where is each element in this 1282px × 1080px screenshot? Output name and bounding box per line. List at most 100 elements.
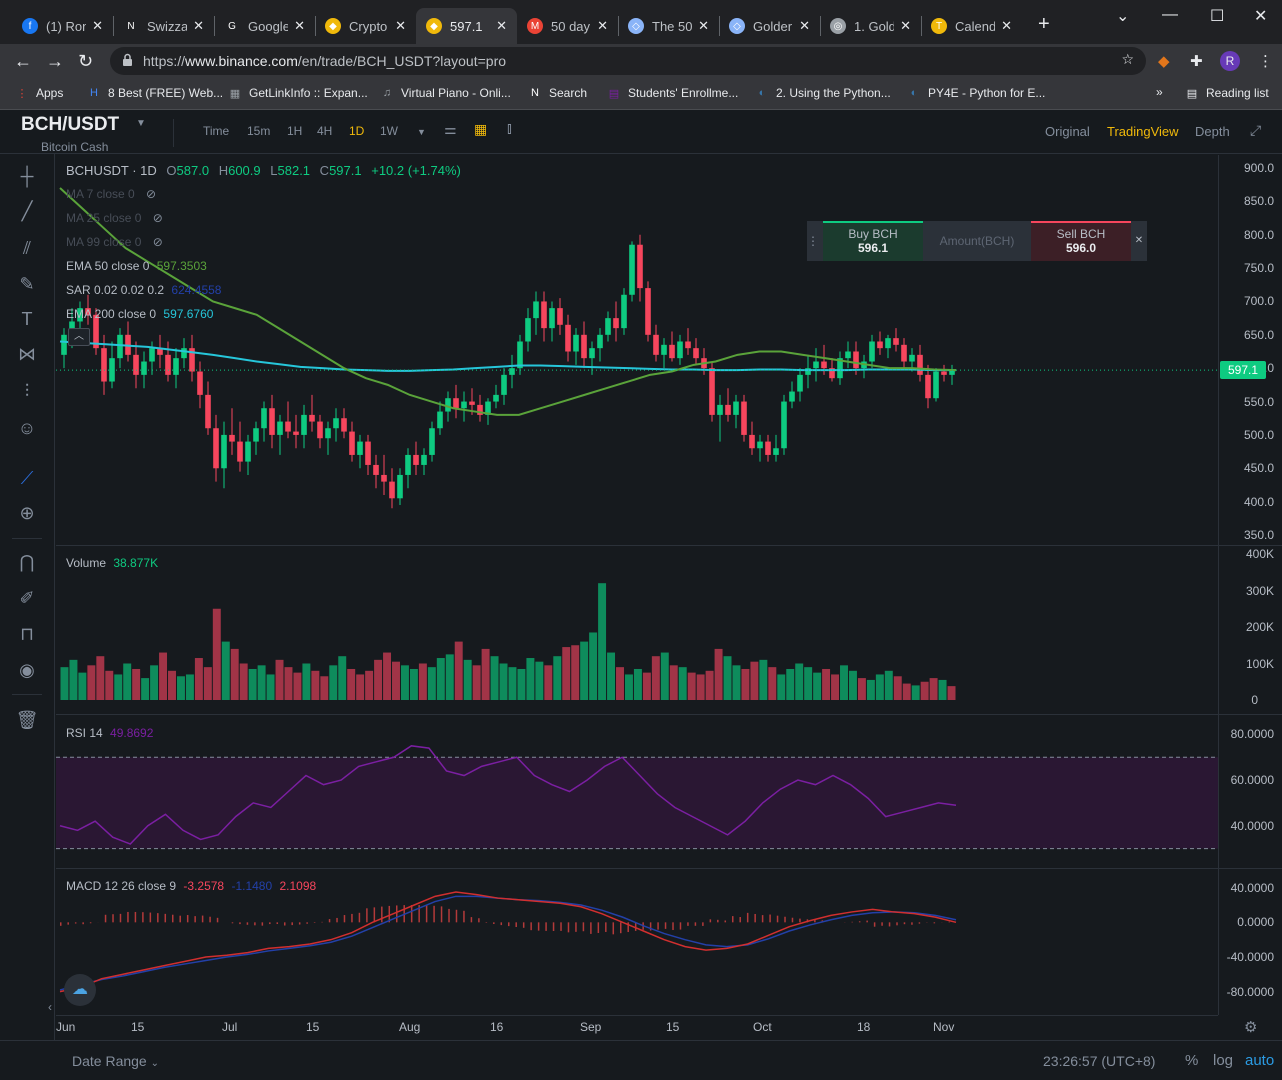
- volume-axis[interactable]: 400K 300K 200K 100K 0: [1218, 546, 1282, 714]
- scroll-left-icon[interactable]: ‹: [48, 1000, 52, 1014]
- tab-close-icon[interactable]: ✕: [294, 18, 305, 34]
- hidden-eye-icon[interactable]: ⊘: [153, 235, 163, 249]
- bookmark-item[interactable]: N Search: [527, 85, 587, 101]
- percent-scale-toggle[interactable]: %: [1185, 1052, 1198, 1069]
- unlock-icon[interactable]: ⊓: [15, 622, 39, 646]
- magnet-icon[interactable]: ⋂: [15, 550, 39, 574]
- tab-close-icon[interactable]: ✕: [900, 18, 911, 34]
- hidden-eye-icon[interactable]: ⊘: [146, 187, 156, 201]
- ma99-legend[interactable]: MA 99 close 0 ⊘: [66, 235, 163, 249]
- chrome-menu-icon[interactable]: ⋮: [1258, 52, 1273, 70]
- tab-close-icon[interactable]: ✕: [698, 18, 709, 34]
- bookmark-item[interactable]: ▦ GetLinkInfo :: Expan...: [227, 85, 368, 101]
- bookmark-item[interactable]: ♫ Virtual Piano - Onli...: [379, 85, 511, 101]
- volume-pane[interactable]: [56, 546, 1218, 714]
- text-tool-icon[interactable]: T: [15, 307, 39, 331]
- maximize-icon[interactable]: ☐: [1210, 6, 1224, 26]
- tradingview-logo-icon[interactable]: ☁: [64, 974, 96, 1006]
- price-pane[interactable]: [56, 155, 1218, 545]
- bookmark-item[interactable]: ⋮ Apps: [14, 85, 64, 101]
- tab-close-icon[interactable]: ✕: [92, 18, 103, 34]
- rsi-axis[interactable]: 80.0000 60.0000 40.0000: [1218, 715, 1282, 868]
- emoji-icon[interactable]: ☺: [15, 416, 39, 440]
- new-tab-icon[interactable]: +: [1038, 13, 1050, 36]
- ema200-legend[interactable]: EMA 200 close 0 597.6760: [66, 307, 213, 321]
- collapse-legend-button[interactable]: ︿: [68, 328, 90, 346]
- timeframe-4h[interactable]: 4H: [317, 124, 332, 138]
- buy-button[interactable]: Buy BCH 596.1: [823, 221, 923, 261]
- browser-tab[interactable]: ◆ 597.1 ✕: [416, 8, 517, 44]
- browser-tab[interactable]: ◆ Crypto ✕: [315, 8, 416, 44]
- ma25-legend[interactable]: MA 25 close 0 ⊘: [66, 211, 163, 225]
- browser-tab[interactable]: G Google ✕: [214, 8, 315, 44]
- hidden-eye-icon[interactable]: ⊘: [153, 211, 163, 225]
- auto-scale-toggle[interactable]: auto: [1245, 1052, 1274, 1069]
- forward-icon[interactable]: →: [46, 51, 64, 72]
- bookmark-item[interactable]: ◐ PY4E - Python for E...: [906, 85, 1046, 101]
- sar-legend[interactable]: SAR 0.02 0.02 0.2 624.4558: [66, 283, 221, 297]
- indicator-settings-icon[interactable]: ⚌: [444, 121, 457, 138]
- trash-icon[interactable]: 🗑: [15, 708, 39, 732]
- chart-settings-icon[interactable]: ⚙: [1244, 1018, 1257, 1036]
- indicators-icon[interactable]: ▦: [474, 121, 487, 138]
- rsi-pane[interactable]: [56, 715, 1218, 868]
- reload-icon[interactable]: ↻: [78, 51, 93, 72]
- tab-close-icon[interactable]: ✕: [193, 18, 204, 34]
- minimize-icon[interactable]: —: [1162, 6, 1178, 24]
- pattern-icon[interactable]: ⋈: [15, 342, 39, 366]
- metamask-icon[interactable]: ◆: [1158, 52, 1170, 70]
- more-timeframes-icon[interactable]: ▼: [417, 127, 426, 137]
- brush-icon[interactable]: ✎: [15, 272, 39, 296]
- reading-list-button[interactable]: ▤ Reading list: [1184, 85, 1269, 101]
- browser-tab[interactable]: M 50 day ✕: [517, 8, 618, 44]
- timeframe-1d[interactable]: 1D: [349, 124, 364, 138]
- tab-close-icon[interactable]: ✕: [799, 18, 810, 34]
- browser-tab[interactable]: ◇ The 50 ✕: [618, 8, 719, 44]
- price-axis[interactable]: 900.0850.0800.0750.0700.0650.0600.0550.0…: [1218, 155, 1282, 545]
- bookmark-item[interactable]: ◐ 2. Using the Python...: [754, 85, 891, 101]
- view-tradingview[interactable]: TradingView: [1107, 124, 1179, 139]
- sell-button[interactable]: Sell BCH 596.0: [1031, 221, 1131, 261]
- profile-avatar[interactable]: R: [1220, 51, 1240, 71]
- zoom-in-icon[interactable]: ⊕: [15, 501, 39, 525]
- url-bar[interactable]: https://www.binance.com/en/trade/BCH_USD…: [110, 47, 1146, 75]
- browser-tab[interactable]: ◇ Golder ✕: [719, 8, 820, 44]
- extensions-icon[interactable]: ✚: [1190, 52, 1203, 70]
- log-scale-toggle[interactable]: log: [1213, 1052, 1233, 1069]
- tab-close-icon[interactable]: ✕: [1001, 18, 1012, 34]
- ruler-icon[interactable]: ⟋: [15, 466, 39, 490]
- ma7-legend[interactable]: MA 7 close 0 ⊘: [66, 187, 156, 201]
- browser-tab[interactable]: T Calend ✕: [921, 8, 1022, 44]
- browser-tab[interactable]: f (1) Ron ✕: [12, 8, 113, 44]
- candle-type-icon[interactable]: ⫾: [507, 120, 512, 137]
- tab-search-icon[interactable]: ⌄: [1116, 6, 1129, 26]
- lock-drawing-icon[interactable]: ✐: [15, 586, 39, 610]
- tab-close-icon[interactable]: ✕: [395, 18, 406, 34]
- browser-tab[interactable]: ◎ 1. Gold ✕: [820, 8, 921, 44]
- pair-dropdown-icon[interactable]: ▼: [136, 118, 146, 129]
- prediction-icon[interactable]: ⫶: [15, 379, 39, 403]
- macd-axis[interactable]: 40.0000 0.0000 -40.0000 -80.0000: [1218, 869, 1282, 1015]
- drag-handle-icon[interactable]: ⋮⋮: [807, 221, 831, 261]
- timeframe-1h[interactable]: 1H: [287, 124, 302, 138]
- amount-input[interactable]: Amount(BCH): [923, 221, 1031, 261]
- fullscreen-icon[interactable]: ⤢: [1250, 122, 1261, 139]
- crosshair-icon[interactable]: ┼: [15, 164, 39, 188]
- ema50-legend[interactable]: EMA 50 close 0 597.3503: [66, 259, 207, 273]
- timeframe-15m[interactable]: 15m: [247, 124, 270, 138]
- close-window-icon[interactable]: ✕: [1254, 6, 1267, 26]
- date-range-button[interactable]: Date Range ⌄: [72, 1053, 159, 1069]
- tab-close-icon[interactable]: ✕: [496, 18, 507, 34]
- bookmark-item[interactable]: H 8 Best (FREE) Web...: [86, 85, 223, 101]
- fib-icon[interactable]: ⫽: [15, 236, 39, 260]
- bookmarks-overflow-icon[interactable]: »: [1156, 85, 1163, 99]
- view-depth[interactable]: Depth: [1195, 124, 1230, 139]
- timeframe-time[interactable]: Time: [203, 124, 229, 138]
- browser-tab[interactable]: N Swizzal ✕: [113, 8, 214, 44]
- tab-close-icon[interactable]: ✕: [597, 18, 608, 34]
- view-original[interactable]: Original: [1045, 124, 1090, 139]
- trend-line-icon[interactable]: ╱: [15, 199, 39, 223]
- back-icon[interactable]: ←: [14, 51, 32, 72]
- bookmark-item[interactable]: ▤ Students' Enrollme...: [606, 85, 739, 101]
- bookmark-star-icon[interactable]: ☆: [1121, 51, 1134, 68]
